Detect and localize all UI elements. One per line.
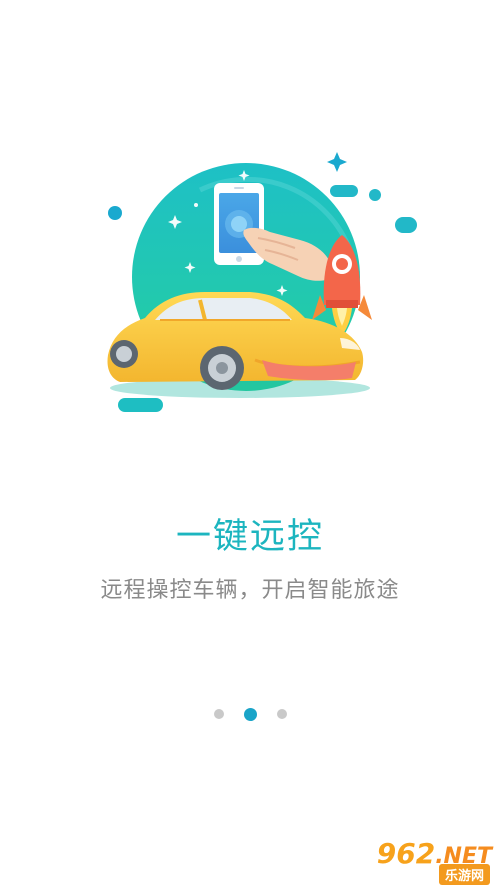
page-dot-3[interactable]: [276, 709, 287, 719]
car-remote-control-illustration: [107, 152, 417, 412]
slide-title: 一键远控: [175, 517, 324, 557]
page-dot-1[interactable]: [213, 709, 224, 719]
slide-subtitle: 远程操控车辆，开启智能旅途: [100, 578, 400, 603]
watermark-label: 乐游网: [438, 864, 490, 885]
page-dot-2-active[interactable]: [243, 707, 257, 721]
watermark-logo: 962.NET 乐游网: [366, 837, 494, 885]
page-indicator: [0, 706, 500, 722]
